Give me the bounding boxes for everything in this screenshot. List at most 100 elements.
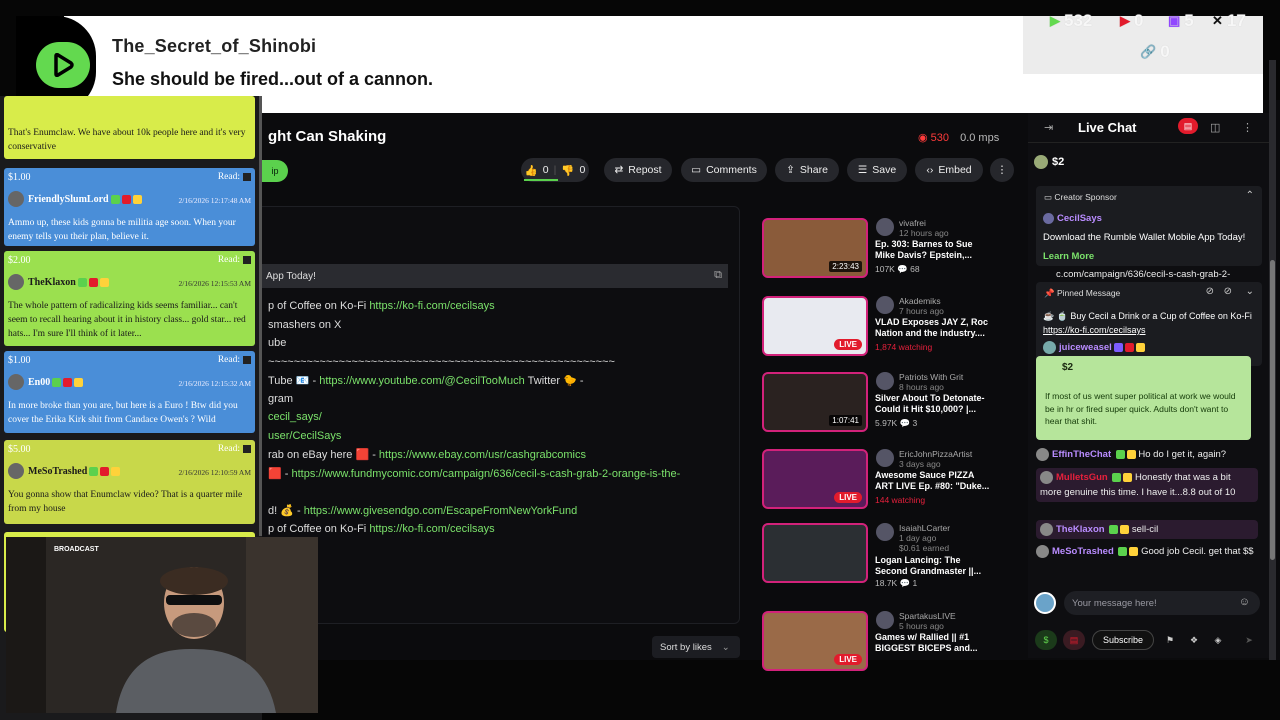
- chat-scrollbar[interactable]: [1269, 60, 1276, 660]
- channel-avatar[interactable]: [876, 449, 894, 467]
- video-thumbnail[interactable]: LIVE: [762, 296, 868, 356]
- share-button[interactable]: ⇪ Share: [775, 158, 839, 182]
- hide-icon[interactable]: ⊘: [1206, 286, 1214, 297]
- video-thumbnail[interactable]: LIVE: [762, 611, 868, 671]
- channel-avatar[interactable]: [876, 523, 894, 541]
- external-link-icon[interactable]: ⧉: [714, 269, 722, 282]
- read-checkbox[interactable]: [243, 173, 251, 181]
- read-checkbox[interactable]: [243, 445, 251, 453]
- tip-dollar-button[interactable]: $: [1035, 630, 1057, 650]
- channel-name[interactable]: SpartakusLIVE: [899, 611, 956, 621]
- unpin-icon[interactable]: ⊘: [1224, 286, 1232, 297]
- video-thumbnail[interactable]: LIVE: [762, 449, 868, 509]
- description-line: d! 💰 - https://www.givesendgo.com/Escape…: [268, 505, 578, 517]
- repost-button[interactable]: ⇄ Repost: [604, 158, 672, 182]
- more-options-button[interactable]: ⋮: [990, 158, 1014, 182]
- emoji-icon[interactable]: ☺: [1239, 596, 1250, 608]
- recommended-video[interactable]: LIVE EricJohnPizzaArtist 3 days ago Awesome…: [762, 449, 1022, 515]
- save-button[interactable]: ☰ Save: [847, 158, 907, 182]
- pinned-link[interactable]: https://ko-fi.com/cecilsays: [1043, 325, 1146, 335]
- chat-username[interactable]: MulletsGun: [1056, 472, 1108, 483]
- my-avatar[interactable]: [1034, 592, 1056, 614]
- live-eye-icon: ◉: [918, 132, 931, 144]
- video-title[interactable]: Awesome Sauce PIZZA ART LIVE Ep. #80: "D…: [875, 470, 993, 492]
- read-toggle[interactable]: Read:: [218, 172, 251, 182]
- video-title[interactable]: Ep. 303: Barnes to Sue Mike Davis? Epste…: [875, 239, 993, 261]
- sponsor-icon: ▭: [1044, 192, 1055, 202]
- badge-icon[interactable]: ◈: [1210, 630, 1226, 650]
- read-toggle[interactable]: Read:: [218, 355, 251, 365]
- description-link[interactable]: https://www.ebay.com/usr/cashgrabcomics: [379, 449, 586, 461]
- channel-avatar[interactable]: [876, 611, 894, 629]
- chat-scroll-thumb[interactable]: [1270, 260, 1275, 560]
- rant-button[interactable]: ▤: [1063, 630, 1085, 650]
- video-title[interactable]: Silver About To Detonate- Could it Hit $…: [875, 393, 993, 415]
- video-meta: 1,874 watching: [875, 342, 933, 352]
- description-sponsor-bar[interactable]: App Today! ⧉: [262, 264, 728, 288]
- collapse-chat-icon[interactable]: ⇥: [1044, 121, 1053, 134]
- description-link[interactable]: https://www.youtube.com/@CecilTooMuch: [319, 375, 525, 387]
- recommended-video[interactable]: 1:07:41 Patriots With Grit 8 hours ago Silv…: [762, 372, 1022, 438]
- popout-icon[interactable]: ◫: [1210, 121, 1220, 134]
- channel-name[interactable]: Patriots With Grit: [899, 372, 963, 382]
- channel-name[interactable]: vivafrei: [899, 218, 926, 228]
- video-thumbnail[interactable]: [762, 523, 868, 583]
- video-thumbnail[interactable]: 2:23:43: [762, 218, 868, 278]
- comments-button[interactable]: ▭ Comments: [681, 158, 767, 182]
- chat-message-input[interactable]: Your message here! ☺: [1064, 591, 1260, 615]
- chat-username[interactable]: EffinTheChat: [1052, 449, 1111, 460]
- description-link[interactable]: https://ko-fi.com/cecilsays: [369, 300, 494, 312]
- channel-avatar[interactable]: [876, 372, 894, 390]
- save-icon: ☰: [857, 164, 868, 176]
- sort-comments-dropdown[interactable]: Sort by likes ⌄: [652, 636, 740, 658]
- chevron-down-icon: ⌄: [721, 641, 730, 653]
- video-title[interactable]: Games w/ Rallied || #1 BIGGEST BICEPS an…: [875, 632, 993, 654]
- send-icon[interactable]: ➤: [1240, 630, 1258, 650]
- channel-name[interactable]: EricJohnPizzaArtist: [899, 449, 972, 459]
- chat-avatar[interactable]: [1040, 470, 1053, 484]
- chat-username[interactable]: MeSoTrashed: [1052, 546, 1114, 557]
- subscribe-button[interactable]: Subscribe: [1092, 630, 1154, 650]
- channel-avatar[interactable]: [876, 296, 894, 314]
- description-line: cecil_says/: [268, 411, 322, 423]
- gift-icon[interactable]: ❖: [1186, 630, 1202, 650]
- read-checkbox[interactable]: [243, 256, 251, 264]
- channel-name[interactable]: Akademiks: [899, 296, 941, 306]
- chat-avatar[interactable]: [1040, 522, 1053, 536]
- recommended-video[interactable]: 2:23:43 vivafrei 12 hours ago Ep. 303: Barn…: [762, 218, 1022, 284]
- chat-text: sell-cil: [1131, 524, 1159, 535]
- youtube-count: ▶ 0: [1120, 11, 1144, 30]
- emote-icon[interactable]: ⚑: [1162, 630, 1178, 650]
- read-toggle[interactable]: Read:: [218, 255, 251, 265]
- rant-icon[interactable]: ▤: [1178, 118, 1198, 134]
- description-link[interactable]: https://ko-fi.com/cecilsays: [369, 523, 494, 535]
- chevron-down-icon[interactable]: ⌄: [1246, 286, 1254, 297]
- chat-header: [1028, 113, 1272, 143]
- video-title[interactable]: Logan Lancing: The Second Grandmaster ||…: [875, 555, 993, 577]
- video-thumbnail[interactable]: 1:07:41: [762, 372, 868, 432]
- read-toggle[interactable]: Read:: [218, 444, 251, 454]
- chat-avatar[interactable]: [1036, 447, 1049, 461]
- chat-kebab-icon[interactable]: ⋮: [1242, 121, 1253, 134]
- donation-scrollbar[interactable]: [259, 96, 262, 536]
- donor-name: En00: [28, 377, 84, 388]
- chat-username[interactable]: TheKlaxon: [1056, 524, 1105, 535]
- description-link[interactable]: https://www.fundmycomic.com/campaign/636…: [291, 468, 680, 480]
- recommended-video[interactable]: LIVE Akademiks 7 hours ago VLAD Exposes JAY…: [762, 296, 1022, 362]
- chat-text: Ho do I get it, again?: [1138, 449, 1227, 460]
- read-checkbox[interactable]: [243, 356, 251, 364]
- video-title[interactable]: VLAD Exposes JAY Z, Roc Nation and the i…: [875, 317, 993, 339]
- description-link[interactable]: cecil_says/: [268, 411, 322, 423]
- tip-strip[interactable]: $2: [1034, 155, 1064, 169]
- channel-name[interactable]: IsaiahLCarter: [899, 523, 950, 533]
- description-link[interactable]: https://www.givesendgo.com/EscapeFromNew…: [304, 505, 578, 517]
- tip-button[interactable]: ip: [262, 160, 288, 182]
- embed-button[interactable]: ‹› Embed: [915, 158, 983, 182]
- recommended-video[interactable]: IsaiahLCarter 1 day ago $0.61 earned Logan …: [762, 523, 1022, 589]
- chevron-up-icon[interactable]: ⌃: [1246, 190, 1254, 201]
- description-link[interactable]: user/CecilSays: [268, 430, 341, 442]
- channel-avatar[interactable]: [876, 218, 894, 236]
- recommended-video[interactable]: LIVE SpartakusLIVE 5 hours ago Games w/ Ral…: [762, 611, 1022, 677]
- learn-more-link[interactable]: Learn More: [1043, 251, 1094, 262]
- chat-avatar[interactable]: [1036, 544, 1049, 558]
